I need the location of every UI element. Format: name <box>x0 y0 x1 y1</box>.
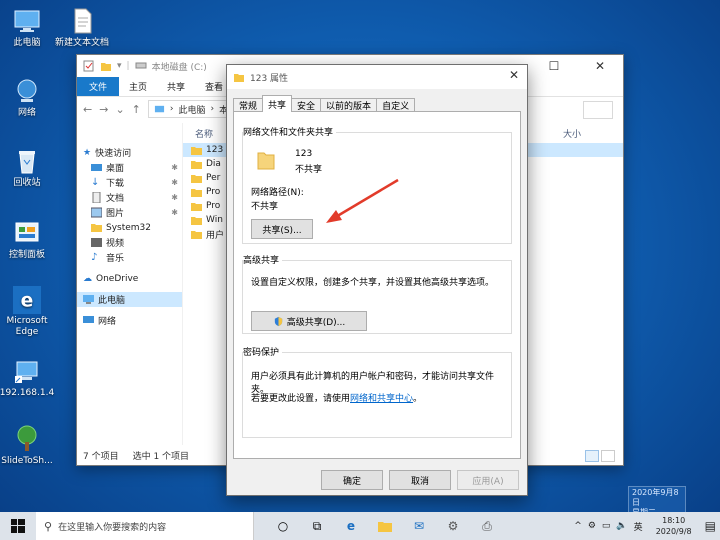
cortana-icon[interactable]: ○ <box>266 512 300 540</box>
system-tray: ^ ⚙ ▭ 🔈 英 18:10 2020/9/8 ▤ <box>574 512 720 540</box>
windows-logo-icon <box>11 519 25 533</box>
ime-indicator[interactable]: 英 <box>634 520 643 533</box>
printer-icon[interactable]: ⎙ <box>470 512 504 540</box>
taskbar-search-box[interactable]: ⚲ 在这里输入你要搜索的内容 <box>36 512 254 540</box>
tray-overflow-icon[interactable]: ^ <box>574 521 582 531</box>
edge-taskbar-icon[interactable]: e <box>334 512 368 540</box>
notification-icon[interactable]: ▤ <box>705 519 716 533</box>
tab-sharing[interactable]: 共享 <box>262 95 293 112</box>
taskbar: ⚲ 在这里输入你要搜索的内容 ○ ⧉ e ✉ ⚙ ⎙ ^ ⚙ ▭ 🔈 英 18:… <box>0 512 720 540</box>
mail-icon[interactable]: ✉ <box>402 512 436 540</box>
task-view-icon[interactable]: ⧉ <box>300 512 334 540</box>
network-status-icon[interactable]: ▭ <box>602 521 611 531</box>
tray-app-icon[interactable]: ⚙ <box>588 521 596 531</box>
annotation-arrow <box>326 178 399 223</box>
file-explorer-taskbar-icon[interactable] <box>368 512 402 540</box>
clock[interactable]: 18:10 2020/9/8 <box>649 515 699 537</box>
volume-icon[interactable]: 🔈 <box>616 521 627 531</box>
search-icon: ⚲ <box>44 519 53 533</box>
start-button[interactable] <box>0 512 36 540</box>
search-placeholder: 在这里输入你要搜索的内容 <box>58 522 167 533</box>
network-tool-icon[interactable]: ⚙ <box>436 512 470 540</box>
